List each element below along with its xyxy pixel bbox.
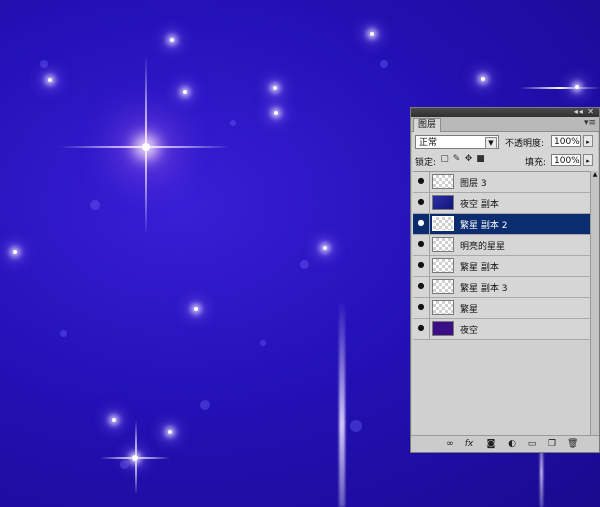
big-star xyxy=(142,143,150,151)
chevron-down-icon[interactable]: ▼ xyxy=(485,137,497,149)
layer-row[interactable]: ● 图层 3 xyxy=(413,172,590,193)
bokeh-dot xyxy=(260,340,266,346)
star xyxy=(168,430,172,434)
star xyxy=(481,77,485,81)
fx-icon[interactable]: fx xyxy=(464,439,474,449)
layer-row[interactable]: ● 夜空 副本 xyxy=(413,193,590,214)
eye-icon[interactable]: ● xyxy=(416,240,426,248)
blend-row: 正常 ▼ 不透明度: 100% ▸ xyxy=(415,135,595,151)
fill-label: 填充: xyxy=(525,158,547,168)
bokeh-dot xyxy=(230,120,236,126)
lock-icon[interactable]: ■ xyxy=(476,155,485,164)
layer-row[interactable]: ● 繁星 副本 3 xyxy=(413,277,590,298)
bokeh-dot xyxy=(200,400,210,410)
layer-thumbnail xyxy=(432,321,454,336)
star xyxy=(575,85,579,89)
collapse-close-icon[interactable]: ◂◂ ✕ xyxy=(574,107,595,116)
layer-thumbnail xyxy=(432,237,454,252)
star xyxy=(13,250,17,254)
new-layer-icon[interactable]: ❐ xyxy=(547,439,557,449)
layer-thumbnail xyxy=(432,279,454,294)
layer-row[interactable]: ● 繁星 副本 xyxy=(413,256,590,277)
bokeh-dot xyxy=(90,200,100,210)
bokeh-dot xyxy=(60,330,67,337)
opacity-input[interactable]: 100% xyxy=(551,135,581,147)
star-flare xyxy=(520,87,600,89)
star xyxy=(170,38,174,42)
star xyxy=(183,90,187,94)
star xyxy=(274,111,278,115)
layer-thumbnail xyxy=(432,216,454,231)
eye-icon[interactable]: ● xyxy=(416,282,426,290)
layer-thumbnail xyxy=(432,195,454,210)
layer-name: 繁星 副本 3 xyxy=(460,284,508,294)
brush-icon[interactable]: ✎ xyxy=(452,155,461,164)
layer-thumbnail xyxy=(432,300,454,315)
star xyxy=(194,307,198,311)
blend-mode-value: 正常 xyxy=(419,138,438,148)
move-icon[interactable]: ✥ xyxy=(464,155,473,164)
star xyxy=(132,455,138,461)
panel-tab-row: 图层 ▾≡ xyxy=(411,117,599,132)
star xyxy=(112,418,116,422)
eye-icon[interactable]: ● xyxy=(416,177,426,185)
trash-icon[interactable]: 🗑 xyxy=(567,439,578,449)
layer-thumbnail xyxy=(432,258,454,273)
star xyxy=(48,78,52,82)
panel-bottom-bar: ∞ fx ◙ ◐ ▭ ❐ 🗑 xyxy=(411,435,599,452)
eye-icon[interactable]: ● xyxy=(416,219,426,227)
layer-row[interactable]: ● 夜空 xyxy=(413,319,590,340)
eye-icon[interactable]: ● xyxy=(416,303,426,311)
layer-name: 繁星 xyxy=(460,305,479,315)
bokeh-dot xyxy=(40,60,48,68)
opacity-stepper[interactable]: ▸ xyxy=(583,135,593,147)
eye-icon[interactable]: ● xyxy=(416,198,426,206)
layer-name: 明亮的星星 xyxy=(460,242,506,252)
bokeh-dot xyxy=(350,420,362,432)
layer-name: 繁星 副本 2 xyxy=(460,221,508,231)
layer-name: 繁星 副本 xyxy=(460,263,499,273)
fill-input[interactable]: 100% xyxy=(551,154,581,166)
layer-name: 夜空 副本 xyxy=(460,200,499,210)
lock-label: 锁定: xyxy=(415,158,437,168)
eye-icon[interactable]: ● xyxy=(416,324,426,332)
adjustment-icon[interactable]: ◐ xyxy=(507,439,517,449)
layer-name: 图层 3 xyxy=(460,179,487,189)
layer-thumbnail xyxy=(432,174,454,189)
fill-stepper[interactable]: ▸ xyxy=(583,154,593,166)
layer-row[interactable]: ● 繁星 xyxy=(413,298,590,319)
blend-mode-select[interactable]: 正常 ▼ xyxy=(415,135,499,149)
layer-row[interactable]: ● 明亮的星星 xyxy=(413,235,590,256)
panel-menu-icon[interactable]: ▾≡ xyxy=(584,118,596,128)
layers-scrollbar[interactable]: ▲ ▼ xyxy=(590,171,599,449)
layer-name: 夜空 xyxy=(460,326,479,336)
star xyxy=(323,246,327,250)
bokeh-dot xyxy=(380,60,388,68)
layers-panel: ◂◂ ✕ 图层 ▾≡ 正常 ▼ 不透明度: 100% ▸ 锁定: ▢ ✎ ✥ ■… xyxy=(410,107,600,453)
light-beam xyxy=(339,300,345,507)
panel-titlebar[interactable]: ◂◂ ✕ xyxy=(411,107,599,117)
eye-icon[interactable]: ● xyxy=(416,261,426,269)
layers-list: ● 图层 3 ● 夜空 副本 ● 繁星 副本 2 ● 明亮的星星 ● 繁星 副本… xyxy=(413,171,590,450)
bokeh-dot xyxy=(120,460,129,469)
scroll-up-icon[interactable]: ▲ xyxy=(591,171,599,179)
tab-layers[interactable]: 图层 xyxy=(413,118,442,132)
mask-icon[interactable]: ◙ xyxy=(486,439,496,449)
link-icon[interactable]: ∞ xyxy=(445,439,455,449)
star xyxy=(273,86,277,90)
bokeh-dot xyxy=(300,260,309,269)
layer-row-selected[interactable]: ● 繁星 副本 2 xyxy=(413,214,590,235)
opacity-label: 不透明度: xyxy=(505,139,545,149)
lock-row: 锁定: ▢ ✎ ✥ ■ 填充: 100% ▸ xyxy=(415,153,595,169)
lock-transparent-icon[interactable]: ▢ xyxy=(440,155,449,164)
group-icon[interactable]: ▭ xyxy=(527,439,537,449)
star xyxy=(370,32,374,36)
